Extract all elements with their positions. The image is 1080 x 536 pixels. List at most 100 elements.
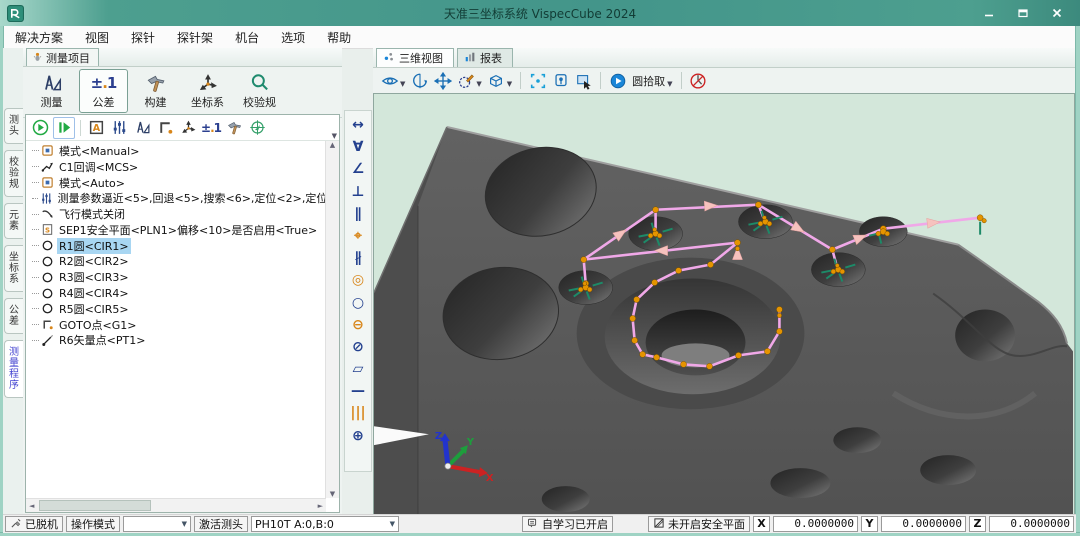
tree-item[interactable]: R4圆<CIR4> [26,285,326,301]
probe-disabled-icon[interactable] [688,70,709,91]
goto-point-icon[interactable] [155,118,175,138]
tab-measure-project[interactable]: 测量项目 [26,48,99,66]
tag-pin-icon[interactable] [550,70,571,91]
window-controls [974,0,1072,26]
ribbon-tolerance-button[interactable]: ±.1公差 [79,69,128,113]
ribbon-build-button[interactable]: 构建 [131,69,180,113]
menu-item[interactable]: 选项 [270,27,316,48]
tol-angularity-icon[interactable]: ∀ [347,138,369,157]
toolbar-overflow-icon[interactable]: ▼ [332,132,337,140]
tree-item[interactable]: 飞行模式关闭 [26,206,326,222]
ribbon-gauge-button[interactable]: 校验规 [235,69,284,113]
view-cube-icon[interactable] [486,70,507,91]
sketch-pick-icon[interactable] [455,70,476,91]
tree-vertical-scrollbar[interactable]: ▲ ▼ [325,141,339,498]
run-program-icon[interactable] [30,118,50,138]
sidebar-tab[interactable]: 测 量 程 序 [4,340,23,398]
scroll-up-icon[interactable]: ▲ [327,141,338,149]
chevron-down-icon[interactable]: ▼ [400,80,405,88]
tol-straightness-icon[interactable]: — [347,382,369,401]
tol-concentricity-icon[interactable]: ◎ [347,271,369,290]
menu-item[interactable]: 探针 [120,27,166,48]
close-button[interactable] [1042,3,1072,23]
measure-element-icon[interactable] [132,118,152,138]
tol-parallelism-icon[interactable]: ∥ [347,205,369,224]
tol-circularity-icon[interactable]: ○ [347,294,369,313]
tree-item[interactable]: 模式<Manual> [26,143,326,159]
coordinate-system-icon[interactable] [178,118,198,138]
tree-connector [32,150,39,151]
measure-params-icon[interactable] [109,118,129,138]
op-mode-select[interactable]: ▼ [123,516,191,532]
tolerance-icon[interactable]: ±.1 [201,118,221,138]
tol-flatness-icon[interactable]: ▱ [347,360,369,379]
circle-icon [41,239,54,252]
axis-x-label: X [486,473,494,484]
tree-item[interactable]: R3圆<CIR3> [26,269,326,285]
ribbon-measure-button[interactable]: 测量 [27,69,76,113]
menu-item[interactable]: 机台 [224,27,270,48]
menu-item[interactable]: 解决方案 [4,27,74,48]
play-pick-icon[interactable] [607,70,628,91]
tab-reporttab[interactable]: 报表 [457,48,513,67]
tol-total-runout-icon[interactable]: ⊘ [347,338,369,357]
tree-item[interactable]: SSEP1安全平面<PLN1>偏移<10>是否启用<True> [26,222,326,238]
pan-move-icon[interactable] [432,70,453,91]
tol-position-icon[interactable]: ⌖ [347,227,369,246]
view-toolbar: ▼▼▼圆拾取▼ [373,68,1075,94]
tree-item[interactable]: R1圆<CIR1> [26,238,326,254]
window-select-icon[interactable] [573,70,594,91]
tree-item[interactable]: R6矢量点<PT1> [26,333,326,349]
orbit-rotate-icon[interactable] [409,70,430,91]
minimize-button[interactable] [974,3,1004,23]
scroll-left-icon[interactable]: ◄ [26,502,37,510]
tol-perpendicularity-icon[interactable]: ⊥ [347,183,369,202]
scroll-thumb[interactable] [39,500,151,511]
active-probe-select[interactable]: PH10T A:0,B:0▼ [251,516,399,532]
sidebar-tab[interactable]: 坐 标 系 [4,245,23,292]
chevron-down-icon[interactable]: ▼ [507,80,512,88]
tree-item[interactable]: GOTO点<G1> [26,317,326,333]
coord-value: 0.0000000 [881,516,966,532]
zoom-fit-icon[interactable] [527,70,548,91]
tree-item[interactable]: C1回调<MCS> [26,159,326,175]
tree-item[interactable]: R5圆<CIR5> [26,301,326,317]
menu-item[interactable]: 视图 [74,27,120,48]
sidebar-tab[interactable]: 测 头 [4,108,23,144]
sidebar-tab[interactable]: 校 验 规 [4,150,23,197]
menu-item[interactable]: 探针架 [166,27,224,48]
probe-label: 激活测头 [194,516,248,532]
view-eye-icon[interactable] [379,70,400,91]
circle-icon [41,271,54,284]
tol-angle-icon[interactable]: ∠ [347,160,369,179]
tree-item[interactable]: R2圆<CIR2> [26,254,326,270]
sidebar-tab[interactable]: 公 差 [4,298,23,334]
hole-small [542,486,590,512]
auto-label-icon[interactable]: A [86,118,106,138]
menu-item[interactable]: 帮助 [316,27,362,48]
tree-item[interactable]: 模式<Auto> [26,175,326,191]
construct-icon[interactable] [224,118,244,138]
tol-circular-runout-icon[interactable]: ⊖ [347,316,369,335]
scroll-right-icon[interactable]: ► [315,502,326,510]
tol-distance-icon[interactable]: ↔ [347,116,369,135]
ribbon-coordsys-button[interactable]: 坐标系 [183,69,232,113]
sidebar-tab[interactable]: 元 素 [4,203,23,239]
ribbon-label: 公差 [93,94,115,110]
tree-connector [32,261,39,262]
tol-true-position-icon[interactable]: ⊕ [347,427,369,446]
chevron-down-icon[interactable]: ▼ [476,80,481,88]
tol-symmetry-icon[interactable]: ||| [347,404,369,423]
tree-horizontal-scrollbar[interactable]: ◄ ► [26,498,326,512]
tree-item[interactable]: 测量参数逼近<5>,回退<5>,搜索<6>,定位<2>,定位加<2>,测量 [26,190,326,206]
selflearn-icon [527,517,539,532]
tol-profile-slash-icon[interactable]: ∦ [347,249,369,268]
scroll-down-icon[interactable]: ▼ [327,490,338,498]
viewport-3d[interactable]: X Y Z [373,93,1075,515]
circle-pick-label[interactable]: 圆拾取 [632,73,665,89]
chevron-down-icon[interactable]: ▼ [667,80,672,88]
run-step-icon[interactable] [53,117,75,139]
probe-compass-icon[interactable] [247,118,267,138]
tab-view3dtab[interactable]: 三维视图 [376,48,454,67]
maximize-button[interactable] [1008,3,1038,23]
